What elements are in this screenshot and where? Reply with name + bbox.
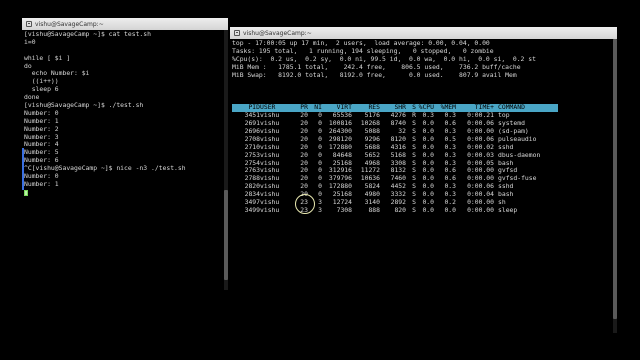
cell-cpu: 0.0 <box>422 205 434 214</box>
terminal-line: sleep 6 <box>24 85 59 94</box>
cell-state: S <box>412 205 416 214</box>
left-scrollbar[interactable] <box>224 30 228 290</box>
left-terminal-output[interactable]: [vishu@SavageCamp ~]$ cat test.sh i=0 whil… <box>22 30 228 198</box>
right-window-titlebar[interactable]: vishu@SavageCamp:~ <box>230 27 617 39</box>
terminal-cursor <box>24 189 28 196</box>
terminal-icon <box>234 30 240 36</box>
right-terminal-window[interactable]: vishu@SavageCamp:~ top - 17:00:05 up 17 … <box>230 27 617 333</box>
left-terminal-window[interactable]: vishu@SavageCamp:~ [vishu@SavageCamp ~]$… <box>22 18 228 290</box>
left-window-title: vishu@SavageCamp:~ <box>35 20 104 28</box>
right-scrollbar[interactable] <box>613 39 617 333</box>
terminal-line: Number: 1 <box>24 179 59 188</box>
selection-marker <box>22 148 24 190</box>
cell-mem: 0.0 <box>444 205 456 214</box>
summary-line: MiB Swap: 8192.0 total, 8192.0 free, 0.0… <box>232 70 517 79</box>
cell-res: 888 <box>368 205 380 214</box>
cell-user: vishu <box>260 205 280 214</box>
table-row: 3499 vishu 23 3 7308 888 820 S 0.0 0.0 0:00.00 slee… <box>232 205 558 215</box>
right-scrollbar-thumb[interactable] <box>613 39 617 319</box>
terminal-line: while [ $i ] <box>24 53 71 62</box>
cursor-line <box>24 189 226 197</box>
left-scrollbar-thumb[interactable] <box>224 190 228 280</box>
right-window-title: vishu@SavageCamp:~ <box>243 29 312 37</box>
top-summary: top - 17:00:05 up 17 min, 2 users, load … <box>230 39 617 88</box>
highlight-circle <box>295 194 315 214</box>
cell-virt: 7308 <box>336 205 352 214</box>
cell-command: sleep <box>498 205 518 214</box>
terminal-icon <box>26 21 32 27</box>
left-window-titlebar[interactable]: vishu@SavageCamp:~ <box>22 18 228 30</box>
terminal-line: i=0 <box>24 37 36 46</box>
cell-time: 0:00.00 <box>467 205 494 214</box>
cell-pid: 3499 <box>244 205 260 214</box>
process-table: PID USER PR NI VIRT RES SHR S %CPU %MEM TIME+ COMMA… <box>232 103 558 215</box>
terminal-line: [vishu@SavageCamp ~]$ cat test.sh <box>24 30 151 38</box>
cell-shr: 820 <box>394 205 406 214</box>
